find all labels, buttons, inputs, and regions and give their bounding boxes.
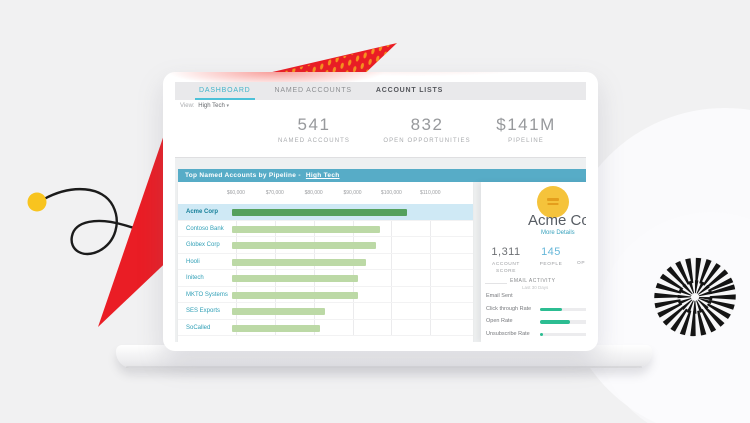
chart-x-axis: $60,000 $70,000 $80,000 $90,000 $100,000 $110… (178, 182, 473, 204)
view-value: High Tech (198, 103, 225, 109)
email-metric-open-rate: Open Rate (481, 315, 586, 328)
dashboard-app: DASHBOARD NAMED ACCOUNTS ACCOUNT LISTS Vie… (175, 82, 586, 342)
metric-bar-track (540, 320, 586, 324)
divider (485, 283, 507, 284)
tab-named-accounts[interactable]: NAMED ACCOUNTS (275, 82, 352, 100)
pipeline-bar (232, 292, 358, 299)
banner-title: Top Named Accounts by Pipeline - (185, 172, 301, 179)
marketing-hero: DASHBOARD NAMED ACCOUNTS ACCOUNT LISTS Vie… (0, 0, 750, 423)
email-activity-title: EMAIL ACTIVITY (510, 278, 555, 284)
category-label: Acme Corp (186, 209, 218, 215)
panel-stat: 145 PEOPLE (533, 246, 569, 268)
metric-bar-fill (540, 308, 562, 312)
chart-row-socalled[interactable]: SoCalled (178, 320, 473, 337)
x-tick-label: $100,000 (381, 190, 402, 196)
more-details-link[interactable]: More Details (541, 230, 575, 236)
pipeline-bar-chart: $60,000 $70,000 $80,000 $90,000 $100,000 $110… (178, 182, 473, 342)
chart-row-globex-corp[interactable]: Globex Corp (178, 237, 473, 254)
metric-label: Click through Rate (486, 306, 531, 312)
chevron-down-icon: ▾ (227, 103, 230, 109)
chart-row-contoso-bank[interactable]: Contoso Bank (178, 221, 473, 238)
banner-filter-link[interactable]: High Tech (306, 172, 340, 179)
metric-bar-track (540, 308, 586, 312)
email-metric-click-through-rate: Click through Rate (481, 303, 586, 316)
pipeline-bar (232, 259, 366, 266)
summary-section: View: High Tech ▾ 541 NAMED ACCOUNTS 832 OP… (175, 100, 586, 158)
account-name: Acme Corp (528, 212, 586, 229)
chart-banner: Top Named Accounts by Pipeline - High Te… (178, 169, 586, 182)
summary-stat: $141M PIPELINE (496, 115, 555, 144)
panel-stat-value: 145 (533, 246, 569, 258)
x-tick-label: $80,000 (305, 190, 323, 196)
stat-value: $141M (496, 115, 555, 135)
metric-label: Email Sent (486, 293, 513, 299)
pipeline-bar (232, 226, 380, 233)
email-metric-unsubscribe-rate: Unsubscribe Rate (481, 328, 586, 341)
category-label: MKTO Systems (186, 292, 228, 298)
view-label: View: (180, 103, 195, 109)
chart-row-hooli[interactable]: Hooli (178, 254, 473, 271)
stat-label: OPEN OPPORTUNITIES (383, 138, 470, 144)
chart-row-initech[interactable]: Initech (178, 270, 473, 287)
category-label: Initech (186, 275, 204, 281)
panel-stat-label: ACCOUNT SCORE (488, 261, 524, 275)
x-tick-label: $60,000 (227, 190, 245, 196)
category-label: SoCalled (186, 325, 210, 331)
summary-stat: 832 OPEN OPPORTUNITIES (383, 115, 470, 144)
panel-stat-label: PEOPLE (533, 261, 569, 268)
stat-value: 832 (383, 115, 470, 135)
view-dropdown[interactable]: View: High Tech ▾ (180, 103, 229, 109)
category-label: Globex Corp (186, 242, 220, 248)
tab-bar: DASHBOARD NAMED ACCOUNTS ACCOUNT LISTS (175, 82, 586, 100)
category-label: SES Exports (186, 308, 220, 314)
yellow-dot-decoration (28, 193, 47, 212)
stat-label: PIPELINE (496, 138, 555, 144)
x-tick-label: $110,000 (420, 190, 440, 196)
pipeline-bar (232, 325, 320, 332)
summary-stat: 541 NAMED ACCOUNTS (278, 115, 350, 144)
metric-bar-track (540, 333, 586, 337)
tab-dashboard[interactable]: DASHBOARD (199, 82, 251, 100)
pipeline-bar (232, 275, 358, 282)
metric-label: Unsubscribe Rate (486, 331, 530, 337)
stat-value: 541 (278, 115, 350, 135)
chart-row-mkto-systems[interactable]: MKTO Systems (178, 287, 473, 304)
category-label: Contoso Bank (186, 226, 224, 232)
metric-bar-fill (540, 333, 543, 337)
metric-bar-fill (540, 320, 570, 324)
account-detail-panel: Acme Corp More Details 1,311 ACCOUNT SCOR… (481, 182, 586, 342)
chart-row-ses-exports[interactable]: SES Exports (178, 303, 473, 320)
laptop-screen: DASHBOARD NAMED ACCOUNTS ACCOUNT LISTS Vie… (163, 72, 598, 351)
chart-row-acme-corp[interactable]: Acme Corp (178, 204, 473, 221)
email-metric-email-sent: Email Sent (481, 290, 586, 303)
pipeline-bar (232, 242, 376, 249)
panel-stat: 1,311 ACCOUNT SCORE (488, 246, 524, 275)
stat-label: NAMED ACCOUNTS (278, 138, 350, 144)
x-tick-label: $70,000 (266, 190, 284, 196)
metric-label: Open Rate (486, 318, 513, 324)
x-tick-label: $90,000 (343, 190, 361, 196)
tab-account-lists[interactable]: ACCOUNT LISTS (376, 82, 443, 100)
clipped-stat-label: OP (577, 261, 585, 266)
pipeline-bar (232, 209, 407, 216)
chart-rows: Acme Corp Contoso Bank Globex Corp Hooli Ini… (178, 204, 473, 342)
category-label: Hooli (186, 259, 200, 265)
panel-stat-value: 1,311 (488, 246, 524, 258)
pipeline-bar (232, 308, 325, 315)
